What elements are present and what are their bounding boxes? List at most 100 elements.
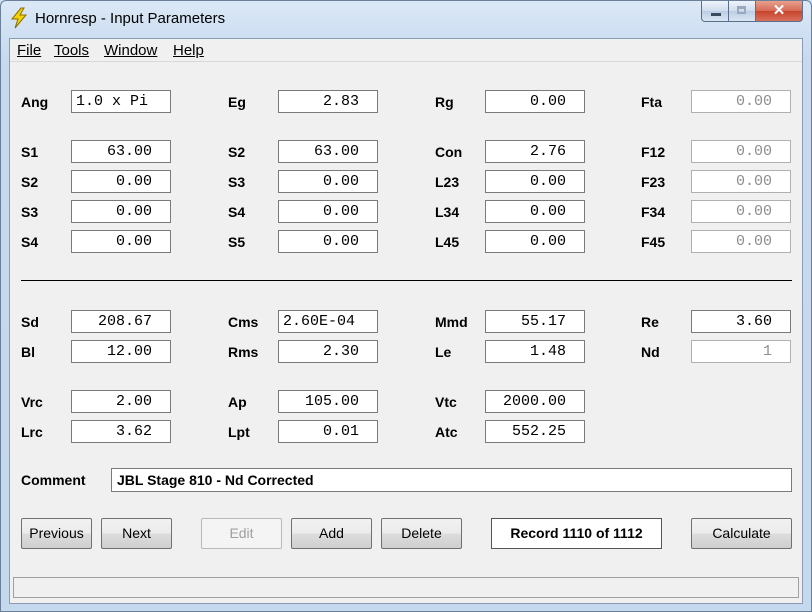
param-field-s1[interactable]: 63.00 [71,140,171,163]
param-label: Vtc [435,394,457,410]
add-button[interactable]: Add [291,518,372,549]
param-label: F12 [641,144,666,160]
param-label: S4 [228,204,246,220]
param-field-ang[interactable]: 1.0 x Pi [71,90,171,113]
param-label: Ap [228,394,247,410]
title-bar[interactable]: Hornresp - Input Parameters ✕ [1,1,811,37]
param-label: S5 [228,234,246,250]
minimize-icon [711,13,721,16]
param-field-rg[interactable]: 0.00 [485,90,585,113]
param-label: L45 [435,234,460,250]
menu-window-label: Window [104,42,158,59]
param-field-fta[interactable]: 0.00 [691,90,791,113]
edit-button[interactable]: Edit [201,518,282,549]
param-field-rms[interactable]: 2.30 [278,340,378,363]
menu-help[interactable]: Help [173,42,204,59]
param-field-mmd[interactable]: 55.17 [485,310,585,333]
param-field-vrc[interactable]: 2.00 [71,390,171,413]
minimize-button[interactable] [701,1,729,22]
previous-button[interactable]: Previous [21,518,92,549]
param-label: Le [435,344,452,360]
param-label: Vrc [21,394,43,410]
record-indicator: Record 1110 of 1112 [491,518,662,549]
param-field-s4[interactable]: 0.00 [278,200,378,223]
param-field-con[interactable]: 2.76 [485,140,585,163]
client-area: File Tools Window Help Ang 1.0 x Pi Eg 2.83… [9,38,803,604]
param-label: Ang [21,94,49,110]
param-label: Re [641,314,659,330]
param-label: Con [435,144,463,160]
param-field-f12[interactable]: 0.00 [691,140,791,163]
app-window: Hornresp - Input Parameters ✕ File Tools… [0,0,812,612]
param-label: Lpt [228,424,250,440]
param-label: Mmd [435,314,468,330]
param-label: F45 [641,234,666,250]
menu-file-label: File [17,42,42,59]
calculate-button[interactable]: Calculate [691,518,792,549]
param-label: Atc [435,424,458,440]
param-field-s3[interactable]: 0.00 [278,170,378,193]
param-field-f34[interactable]: 0.00 [691,200,791,223]
param-label: L34 [435,204,460,220]
param-field-cms[interactable]: 2.60E-04 [278,310,378,333]
delete-button[interactable]: Delete [381,518,462,549]
status-bar [13,577,799,598]
param-field-f45[interactable]: 0.00 [691,230,791,253]
param-label: Sd [21,314,39,330]
param-label: Fta [641,94,662,110]
param-field-sd[interactable]: 208.67 [71,310,171,333]
param-label: S1 [21,144,39,160]
param-field-f23[interactable]: 0.00 [691,170,791,193]
next-button[interactable]: Next [101,518,172,549]
param-field-s2[interactable]: 0.00 [71,170,171,193]
param-field-s4[interactable]: 0.00 [71,230,171,253]
param-field-bl[interactable]: 12.00 [71,340,171,363]
menu-help-label: Help [173,42,204,59]
param-field-lpt[interactable]: 0.01 [278,420,378,443]
lightning-icon [10,7,28,29]
param-label: Lrc [21,424,43,440]
maximize-icon [737,6,746,14]
close-icon: ✕ [772,2,786,19]
comment-field[interactable]: JBL Stage 810 - Nd Corrected [111,468,792,492]
param-field-lrc[interactable]: 3.62 [71,420,171,443]
window-title: Hornresp - Input Parameters [35,10,226,27]
param-label: F34 [641,204,666,220]
param-label: S3 [21,204,39,220]
section-divider [21,280,792,281]
param-label: S4 [21,234,39,250]
menu-file[interactable]: File [17,42,41,59]
param-label: Eg [228,94,246,110]
param-field-s2[interactable]: 63.00 [278,140,378,163]
maximize-button[interactable] [729,1,756,22]
menu-window[interactable]: Window [104,42,157,59]
menu-tools-label: Tools [54,42,90,59]
param-label: F23 [641,174,666,190]
param-label: S2 [21,174,39,190]
param-label: Rms [228,344,259,360]
param-field-l23[interactable]: 0.00 [485,170,585,193]
param-field-vtc[interactable]: 2000.00 [485,390,585,413]
close-button[interactable]: ✕ [756,1,803,22]
comment-label: Comment [21,472,86,488]
param-field-re[interactable]: 3.60 [691,310,791,333]
param-field-s3[interactable]: 0.00 [71,200,171,223]
param-field-le[interactable]: 1.48 [485,340,585,363]
menu-tools[interactable]: Tools [54,42,89,59]
param-label: S2 [228,144,246,160]
param-field-l45[interactable]: 0.00 [485,230,585,253]
param-label: L23 [435,174,460,190]
caption-buttons: ✕ [701,1,803,23]
param-label: Bl [21,344,35,360]
param-field-nd[interactable]: 1 [691,340,791,363]
menu-bar: File Tools Window Help [10,39,802,62]
param-label: S3 [228,174,246,190]
param-field-eg[interactable]: 2.83 [278,90,378,113]
param-field-l34[interactable]: 0.00 [485,200,585,223]
param-field-atc[interactable]: 552.25 [485,420,585,443]
param-label: Nd [641,344,660,360]
param-field-ap[interactable]: 105.00 [278,390,378,413]
param-label: Cms [228,314,259,330]
param-label: Rg [435,94,454,110]
param-field-s5[interactable]: 0.00 [278,230,378,253]
